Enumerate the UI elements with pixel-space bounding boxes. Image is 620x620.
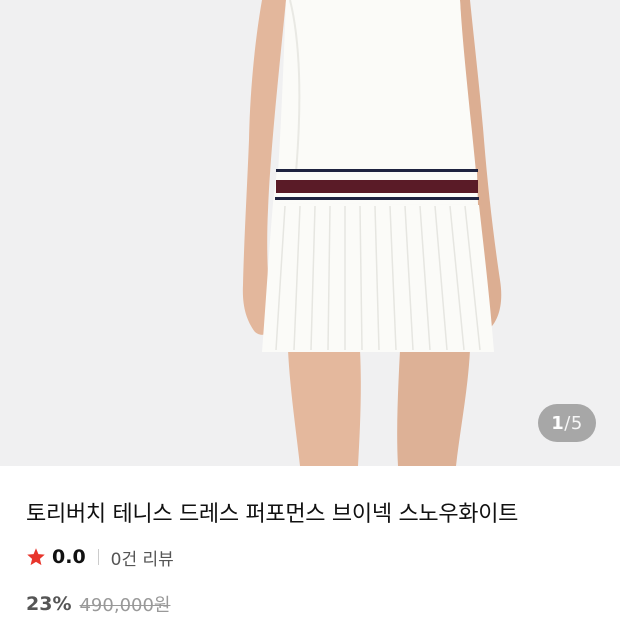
product-image-gallery[interactable]: 1 / 5 (0, 0, 620, 466)
current-page: 1 (551, 412, 565, 434)
product-photo (242, 0, 502, 466)
page-separator: / (564, 412, 571, 434)
review-count-link[interactable]: 0건 리뷰 (111, 545, 174, 570)
divider (97, 549, 99, 565)
total-pages: 5 (570, 412, 583, 434)
original-price: 490,000원 (79, 595, 171, 616)
discount-rate: 23% (26, 593, 72, 615)
rating-value: 0.0 (52, 546, 86, 568)
star-icon (27, 548, 45, 566)
product-title: 토리버치 테니스 드레스 퍼포먼스 브이넥 스노우화이트 (26, 502, 519, 527)
image-page-indicator: 1 / 5 (538, 404, 596, 442)
rating-row[interactable]: 0.0 0건 리뷰 (26, 544, 174, 570)
price-row: 23% 490,000원 (26, 590, 170, 618)
